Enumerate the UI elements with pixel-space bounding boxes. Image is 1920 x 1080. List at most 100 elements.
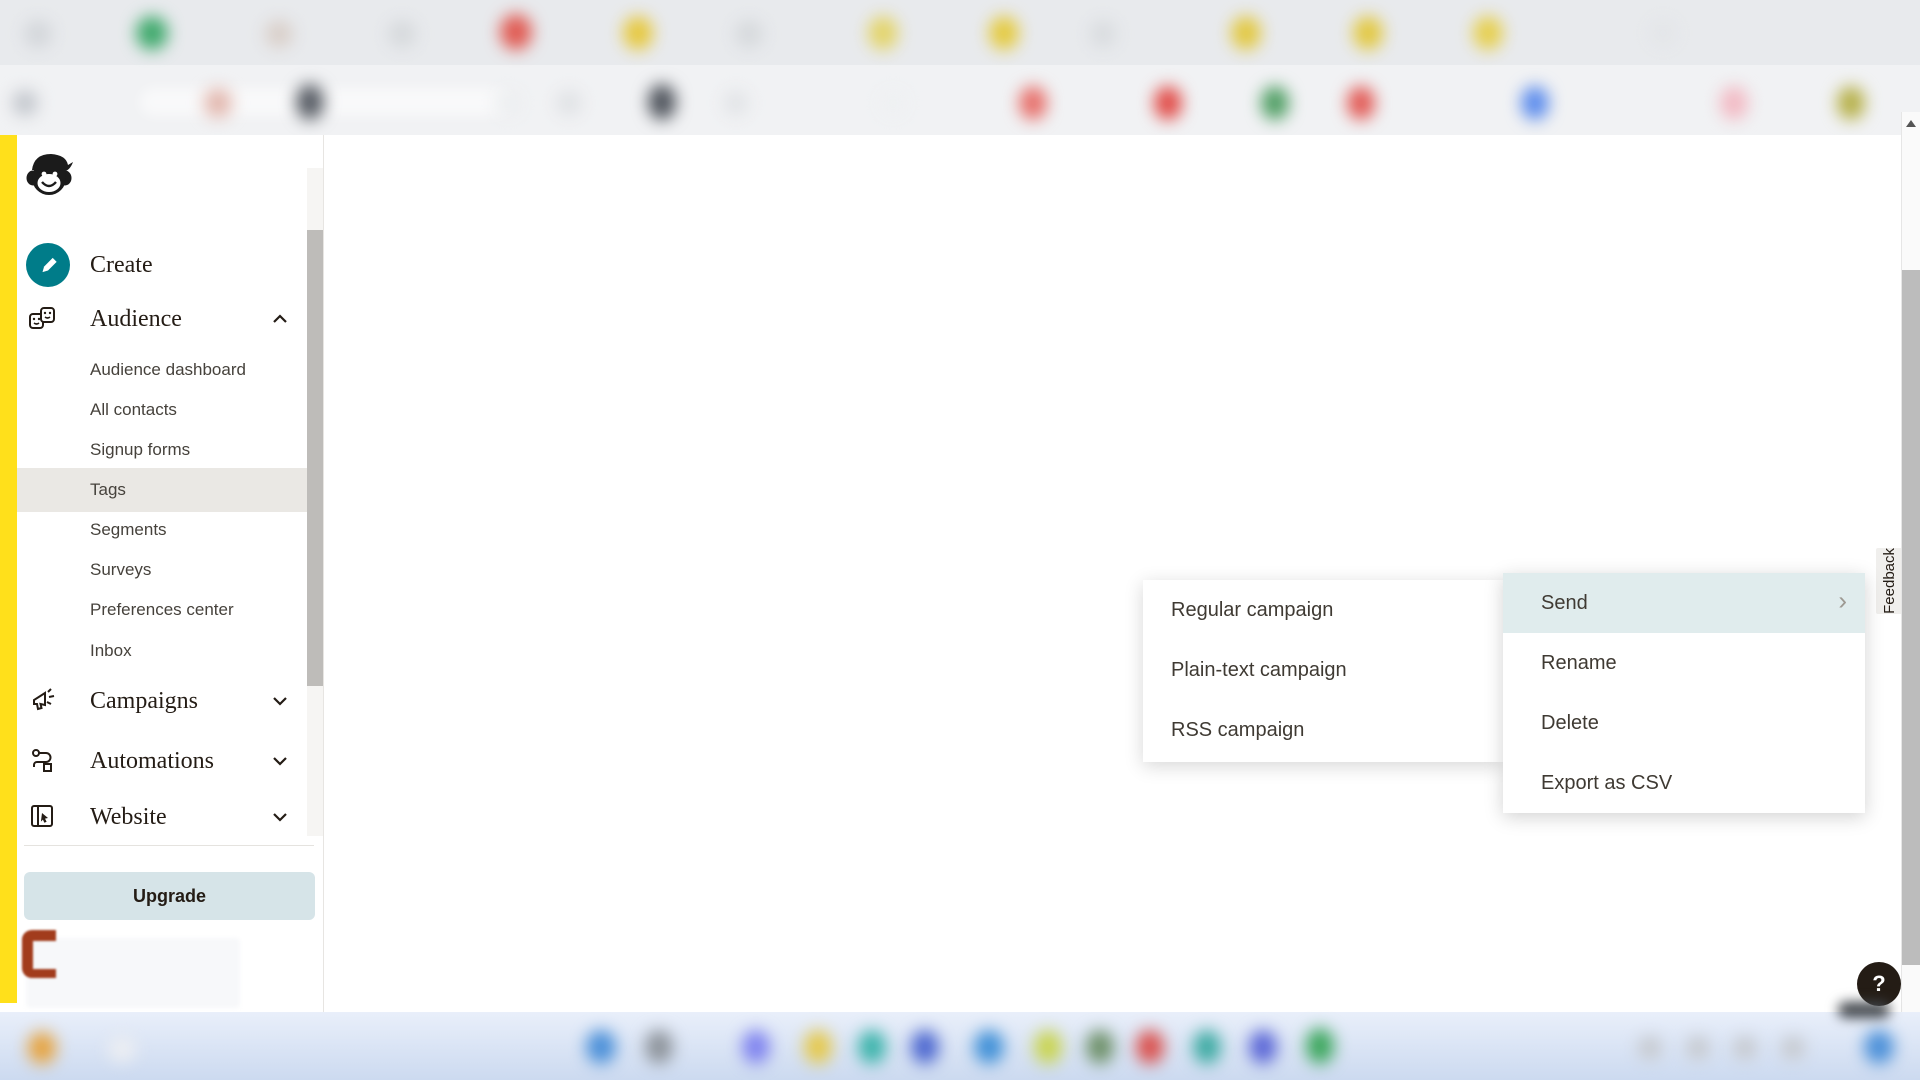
create-label[interactable]: Create xyxy=(90,252,153,279)
active-nav-highlight xyxy=(17,468,323,512)
menu-item-label: Send xyxy=(1541,591,1588,614)
sidebar-item-website[interactable]: Website xyxy=(90,804,167,831)
sidebar-item-campaigns[interactable]: Campaigns xyxy=(90,688,198,715)
blurred-tab-favicon xyxy=(1231,16,1261,50)
blurred-tray-icon xyxy=(1638,1036,1662,1060)
blurred-tab-favicon xyxy=(1473,16,1503,50)
create-button[interactable] xyxy=(26,243,70,287)
blurred-tab-favicon xyxy=(1650,20,1676,46)
blurred-toolbar-icon xyxy=(1019,86,1047,120)
blurred-taskbar-icon xyxy=(1306,1028,1334,1064)
sidebar-item-audience[interactable]: Audience xyxy=(90,306,182,333)
sidebar-item-tags[interactable]: Tags xyxy=(90,478,126,502)
blurred-taskbar-icon xyxy=(645,1030,673,1064)
blurred-toolbar-icon xyxy=(1347,86,1375,120)
sidebar-divider xyxy=(323,135,324,1012)
menu-item-rss-campaign[interactable]: RSS campaign xyxy=(1143,700,1503,760)
blurred-tab-favicon xyxy=(265,20,293,48)
chevron-down-icon[interactable] xyxy=(272,756,288,766)
blurred-tray-icon xyxy=(1686,1036,1710,1060)
sidebar-item-signup-forms[interactable]: Signup forms xyxy=(90,438,190,462)
chevron-down-icon[interactable] xyxy=(272,812,288,822)
blurred-toolbar-icon xyxy=(1521,86,1549,120)
brand-yellow-stripe xyxy=(0,135,17,1003)
blurred-toolbar-icon xyxy=(204,88,232,118)
feedback-label: Feedback xyxy=(1880,548,1898,614)
blurred-toolbar-icon xyxy=(648,84,676,120)
blurred-taskbar-icon xyxy=(1034,1030,1062,1064)
blurred-toolbar-icon xyxy=(1720,86,1748,120)
help-button[interactable]: ? xyxy=(1857,962,1901,1006)
blurred-taskbar-icon xyxy=(974,1030,1004,1064)
blurred-tab-favicon xyxy=(623,16,653,50)
submenu-arrow-icon: › xyxy=(1838,585,1847,616)
blurred-tab-favicon xyxy=(136,16,168,50)
blurred-taskbar xyxy=(0,1002,1920,1080)
sidebar-item-segments[interactable]: Segments xyxy=(90,518,167,542)
sidebar-item-all-contacts[interactable]: All contacts xyxy=(90,398,177,422)
sidebar-footer-divider xyxy=(24,845,314,846)
automations-icon xyxy=(32,749,52,772)
blurred-toolbar-icon xyxy=(12,90,38,116)
blurred-taskbar-icon xyxy=(1249,1030,1277,1064)
sidebar-item-inbox[interactable]: Inbox xyxy=(90,639,132,663)
pencil-icon xyxy=(42,257,57,273)
blurred-toolbar-icon xyxy=(1837,86,1865,120)
scrollbar-up-arrow-icon[interactable] xyxy=(1906,120,1916,127)
menu-item-export-as-csv[interactable]: Export as CSV xyxy=(1503,753,1865,813)
blurred-popup-remnant xyxy=(26,938,240,1008)
row-actions-menu: Send › Rename Delete Export as CSV xyxy=(1503,573,1865,813)
blurred-browser-chrome xyxy=(0,0,1920,135)
audience-icon xyxy=(29,307,55,329)
blurred-taskbar-icon xyxy=(108,1036,136,1062)
sidebar-scrollbar-thumb[interactable] xyxy=(307,230,323,686)
chevron-down-icon[interactable] xyxy=(272,696,288,706)
blurred-tab-favicon xyxy=(735,20,763,48)
blurred-address-bar xyxy=(140,88,510,116)
blurred-taskbar-icon xyxy=(1086,1030,1114,1064)
upgrade-button[interactable]: Upgrade xyxy=(24,872,315,920)
blurred-tab-favicon xyxy=(388,20,416,48)
blurred-toolbar-icon xyxy=(1154,86,1182,120)
blurred-tray-icon xyxy=(1781,1036,1805,1060)
sidebar-item-automations[interactable]: Automations xyxy=(90,748,214,775)
blurred-toolbar-icon xyxy=(296,84,324,120)
blurred-taskbar-icon xyxy=(911,1030,939,1064)
blurred-tray-icon xyxy=(1864,1030,1894,1064)
blurred-tab-favicon xyxy=(989,16,1019,50)
blurred-tray-icon xyxy=(1733,1036,1757,1060)
blurred-tab-favicon xyxy=(24,20,52,48)
blurred-toolbar-icon xyxy=(556,90,582,116)
blurred-taskbar-icon xyxy=(804,1030,832,1064)
blurred-toolbar-icon xyxy=(880,90,906,116)
menu-item-send[interactable]: Send › xyxy=(1503,573,1865,633)
menu-item-plain-text-campaign[interactable]: Plain-text campaign xyxy=(1143,640,1503,700)
mailchimp-freddie-logo-icon[interactable] xyxy=(24,146,74,202)
sidebar-item-surveys[interactable]: Surveys xyxy=(90,558,151,582)
menu-item-rename[interactable]: Rename xyxy=(1503,633,1865,693)
sidebar-item-audience-dashboard[interactable]: Audience dashboard xyxy=(90,358,246,382)
sidebar-item-preferences-center[interactable]: Preferences center xyxy=(90,598,234,622)
blurred-tab-favicon xyxy=(500,14,532,50)
blurred-taskbar-icon xyxy=(28,1032,56,1064)
blurred-toolbar-icon xyxy=(1261,86,1289,120)
scrollbar-thumb[interactable] xyxy=(1902,270,1920,965)
blurred-tab-favicon xyxy=(1353,16,1383,50)
feedback-tab[interactable]: Feedback xyxy=(1876,548,1902,614)
blurred-dark-edge xyxy=(1838,1002,1890,1018)
blurred-taskbar-icon xyxy=(858,1030,886,1064)
chevron-up-icon[interactable] xyxy=(272,314,288,324)
blurred-taskbar-icon xyxy=(586,1030,616,1064)
blurred-toolbar-icon xyxy=(495,90,521,116)
blurred-taskbar-icon xyxy=(742,1030,770,1064)
blurred-taskbar-icon xyxy=(1136,1030,1164,1064)
menu-item-regular-campaign[interactable]: Regular campaign xyxy=(1143,580,1503,640)
website-icon xyxy=(31,805,53,827)
browser-scrollbar[interactable] xyxy=(1901,112,1920,1012)
blurred-taskbar-icon xyxy=(1193,1030,1221,1064)
menu-item-delete[interactable]: Delete xyxy=(1503,693,1865,753)
campaigns-megaphone-icon xyxy=(33,688,55,711)
blurred-tab-favicon xyxy=(1090,20,1116,48)
blurred-tab-favicon xyxy=(868,16,898,50)
question-mark-icon: ? xyxy=(1872,971,1886,996)
